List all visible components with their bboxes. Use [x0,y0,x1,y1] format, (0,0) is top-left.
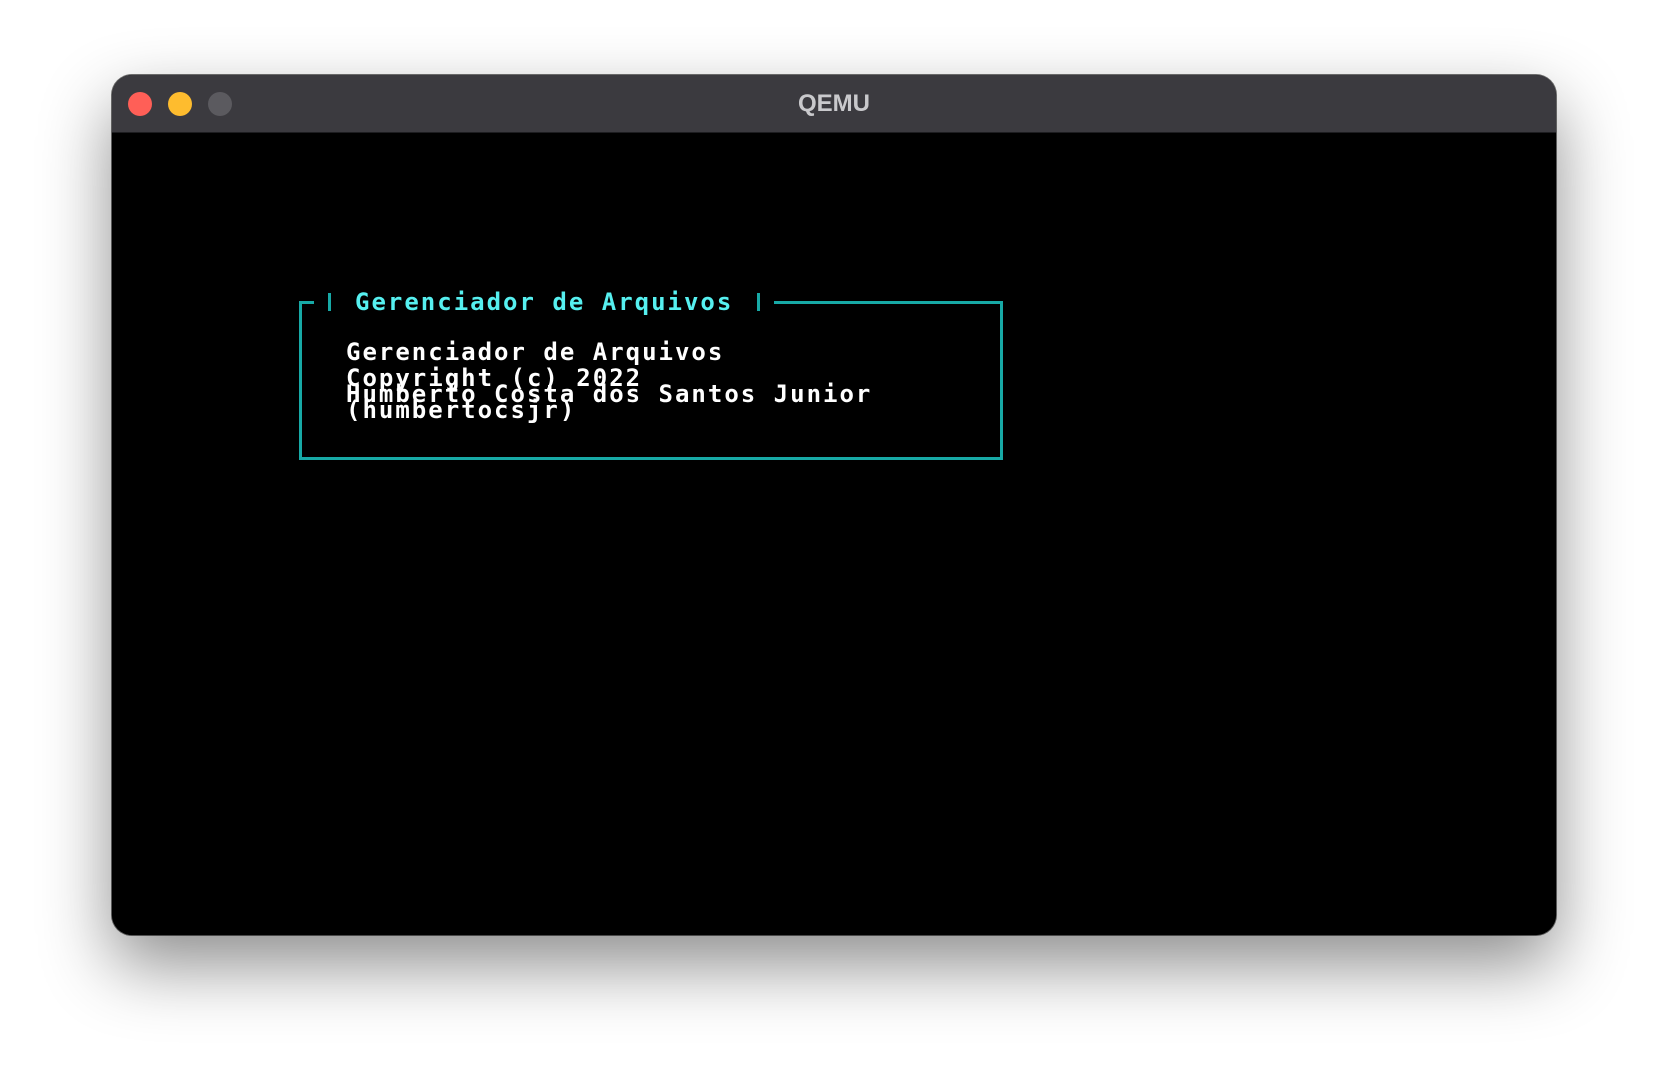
about-dialog: Gerenciador de Arquivos Gerenciador de A… [299,288,1003,460]
copyright-block: Copyright (c) 2022 Humberto Costa dos Sa… [346,366,872,422]
dialog-header: Gerenciador de Arquivos [314,288,775,316]
app-name: Gerenciador de Arquivos [346,338,725,366]
window-titlebar[interactable]: QEMU [112,75,1556,133]
window-title: QEMU [798,90,870,117]
emulator-screen[interactable]: Gerenciador de Arquivos Gerenciador de A… [112,133,1556,935]
dialog-body: Gerenciador de Arquivos Copyright (c) 20… [346,338,872,422]
right-title-bar-mark [757,293,761,311]
qemu-window: QEMU Gerenciador de Arquivos Gerenciador… [112,75,1556,935]
dialog-title: Gerenciador de Arquivos [355,288,734,316]
left-title-bar-mark [328,293,331,311]
